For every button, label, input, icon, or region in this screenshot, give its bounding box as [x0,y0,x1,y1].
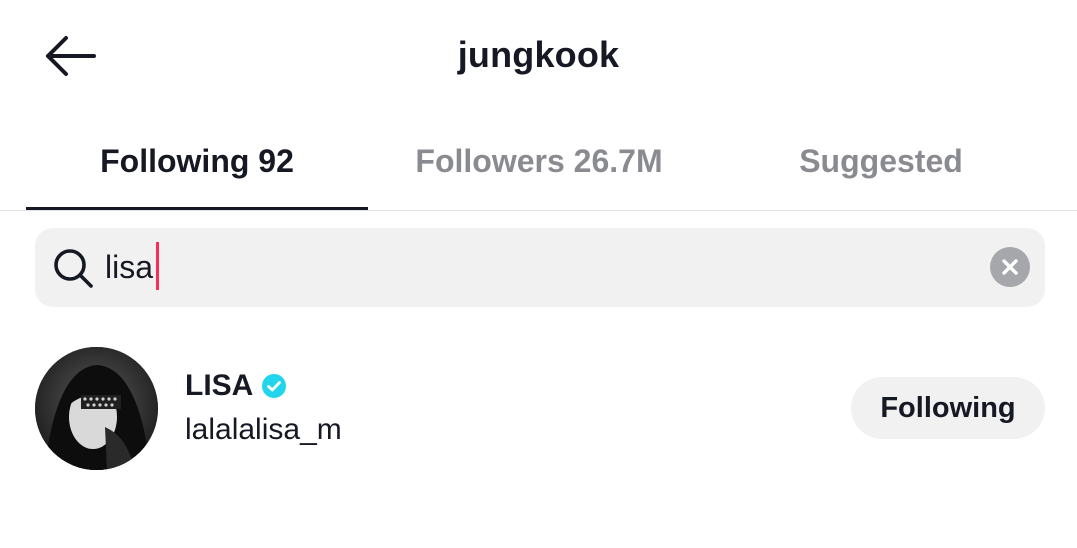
tab-suggested[interactable]: Suggested [710,112,1052,211]
username: lalalalisa_m [185,413,342,446]
search-bar [35,228,1045,307]
display-name-text: LISA [185,369,254,402]
list-item[interactable]: LISA lalalalisa_m Following [0,340,1077,480]
avatar[interactable] [35,347,158,470]
text-caret [156,242,159,290]
search-icon [54,249,93,288]
following-page: jungkook Following 92 Followers 26.7M Su… [0,0,1077,548]
search-input[interactable] [105,228,965,307]
verified-badge-icon [262,374,287,398]
display-name: LISA [185,369,287,403]
clear-search-button[interactable] [990,247,1030,287]
divider [0,210,1077,211]
following-button[interactable]: Following [851,377,1045,439]
tab-bar: Following 92 Followers 26.7M Suggested [0,112,1077,211]
tab-following[interactable]: Following 92 [26,112,368,211]
header: jungkook [0,0,1077,112]
clear-x-icon [1002,259,1018,275]
page-title: jungkook [457,34,620,75]
tab-followers[interactable]: Followers 26.7M [368,112,710,211]
